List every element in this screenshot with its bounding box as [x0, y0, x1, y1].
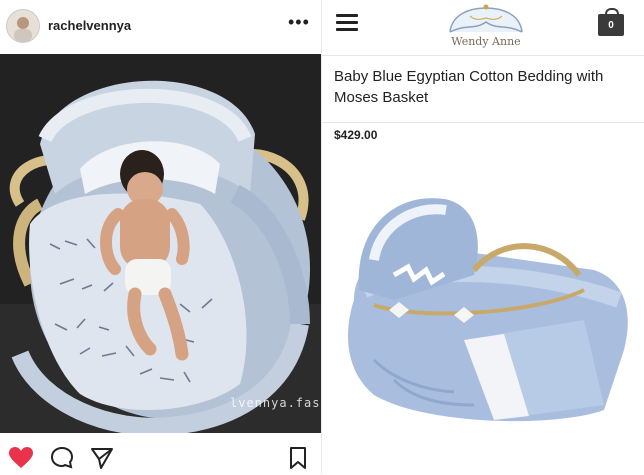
product-title: Baby Blue Egyptian Cotton Bedding with M… [334, 68, 604, 106]
screenshot: rachelvennya ••• lvennya.fas Wendy Anne … [0, 0, 644, 474]
cart-button[interactable]: 0 [598, 8, 624, 36]
username[interactable]: rachelvennya [48, 18, 131, 33]
menu-icon[interactable] [336, 14, 358, 32]
store-product-page: Wendy Anne 0 Baby Blue Egyptian Cotton B… [322, 0, 644, 474]
bookmark-icon[interactable] [288, 446, 312, 470]
product-price: $429.00 [334, 128, 378, 142]
store-header: Wendy Anne 0 [322, 0, 644, 56]
product-image[interactable] [334, 180, 634, 430]
post-header: rachelvennya ••• [0, 0, 322, 54]
brand-name: Wendy Anne [451, 35, 521, 48]
comment-icon[interactable] [50, 446, 74, 470]
post-photo: lvennya.fashion [0, 54, 322, 433]
heart-icon[interactable] [8, 446, 33, 470]
action-bar [0, 438, 322, 474]
divider-line [322, 122, 644, 123]
watermark: lvennya.fashion [230, 396, 322, 410]
more-icon[interactable]: ••• [288, 12, 310, 32]
crown-icon [449, 4, 523, 33]
share-icon[interactable] [90, 446, 114, 470]
avatar[interactable] [6, 9, 40, 43]
brand-logo[interactable]: Wendy Anne [440, 2, 532, 54]
instagram-post: rachelvennya ••• lvennya.fas [0, 0, 322, 474]
